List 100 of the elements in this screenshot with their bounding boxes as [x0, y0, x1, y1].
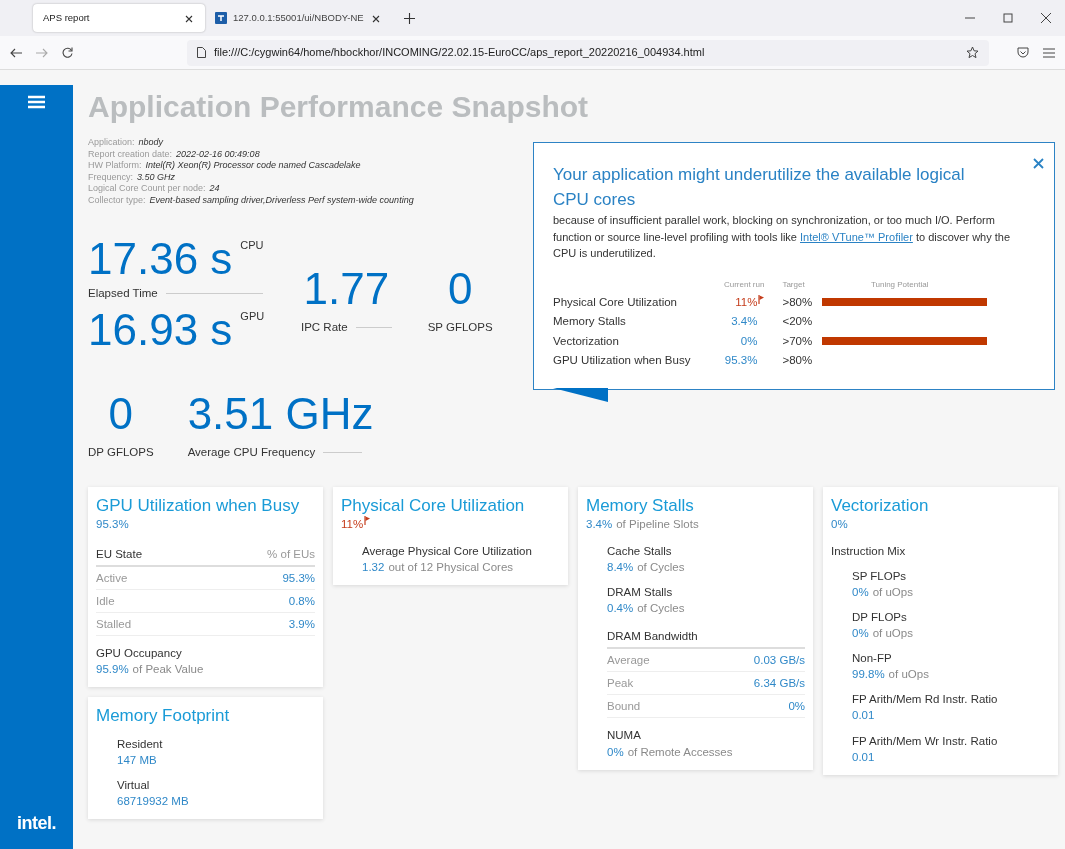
- close-icon: [371, 14, 380, 23]
- address-bar[interactable]: file:///C:/cygwin64/home/hbockhor/INCOMING/22.02.15-EuroCC/aps_report_20220216_004934.html: [187, 39, 989, 66]
- metric-name: Vectorization: [553, 334, 619, 347]
- metric-label: Elapsed Time: [88, 285, 158, 301]
- table-cell: Peak: [607, 677, 634, 690]
- table-cell: 95.3%: [282, 571, 315, 584]
- metric-value: 0%: [852, 627, 869, 640]
- tab-title: APS report: [43, 10, 91, 25]
- gpu-label: GPU: [240, 308, 265, 324]
- table-cell: Bound: [607, 700, 641, 713]
- info-label: Logical Core Count per node:: [88, 183, 206, 194]
- metric-value: 0.01: [852, 750, 875, 763]
- table-cell: Stalled: [96, 618, 132, 630]
- table-cell: 0.03 GB/s: [753, 654, 805, 667]
- table-cell: 3.9%: [288, 618, 315, 630]
- close-icon: [185, 14, 193, 23]
- browser-tab[interactable]: APS report: [33, 4, 205, 32]
- target-value: >80%: [782, 354, 813, 367]
- card-title: GPU Utilization when Busy: [96, 496, 301, 517]
- unit-label: of Peak Value: [132, 663, 204, 676]
- unit-label: of uOps: [888, 668, 929, 681]
- metric-label: DP FLOPs: [852, 610, 908, 625]
- column-header: Target: [782, 279, 805, 289]
- current-value: 95.3%: [724, 353, 758, 369]
- table-cell: Active: [96, 571, 128, 584]
- metric-label: Average Physical Core Utilization: [362, 543, 533, 559]
- info-value: 24: [209, 183, 220, 194]
- metric-label: Resident: [117, 736, 164, 752]
- metric-label: Cache Stalls: [607, 543, 673, 559]
- card-value: 11%: [341, 517, 364, 533]
- info-value: 3.50 GHz: [137, 171, 176, 182]
- metric-value: 0%: [852, 585, 869, 598]
- table-cell: Idle: [96, 594, 115, 607]
- metric-label: DRAM Stalls: [607, 584, 674, 600]
- current-value: 11%: [735, 294, 758, 310]
- card-value: 3.4%: [586, 517, 613, 533]
- card-title: Vectorization: [831, 496, 930, 517]
- metric-label: IPC Rate: [301, 319, 348, 335]
- flag-icon: [758, 294, 765, 304]
- browser-tab[interactable]: 127.0.0.1:55001/ui/NBODY-NE: [205, 4, 392, 32]
- card-title: Memory Footprint: [96, 706, 231, 727]
- cpu-label: CPU: [240, 237, 264, 253]
- metric-value: 0.4%: [607, 602, 634, 614]
- info-value: Event-based sampling driver,Driverless Perf system-wide counting: [149, 194, 414, 205]
- tab-title: 127.0.0.1:55001/ui/NBODY-NE: [233, 10, 364, 25]
- metric-label: FP Arith/Mem Rd Instr. Ratio: [852, 692, 999, 708]
- metric-value: 0%: [607, 745, 624, 758]
- menu-icon[interactable]: [1043, 47, 1055, 58]
- unit-label: of Remote Accesses: [627, 745, 733, 758]
- table-cell: 0%: [788, 700, 805, 713]
- card-value: 95.3%: [96, 517, 129, 533]
- info-value: 2022-02-16 00:49:08: [176, 148, 260, 159]
- star-icon[interactable]: [966, 46, 979, 59]
- reload-icon[interactable]: [62, 47, 73, 58]
- info-label: Frequency:: [88, 171, 134, 182]
- back-arrow-icon[interactable]: [10, 47, 22, 58]
- metric-value: 8.4%: [607, 560, 634, 573]
- metric-value: 95.9%: [96, 663, 129, 676]
- table-cell: Average: [607, 654, 650, 667]
- info-label: Collector type:: [88, 194, 146, 205]
- card-title: Physical Core Utilization: [341, 496, 526, 517]
- logo: intel.: [17, 812, 56, 835]
- metric-value: 68719932 MB: [117, 794, 189, 807]
- column-header: Current run: [723, 279, 765, 289]
- vtune-profiler-link[interactable]: Intel® VTune™ Profiler: [800, 230, 913, 243]
- table-header: DRAM Bandwidth: [607, 630, 698, 643]
- plus-icon: [403, 13, 415, 25]
- popover-description: because of insufficient parallel work, blocking on synchronization, or too much I/O. Perform function or source line-level profiling with tools like Intel® VTune™ Profiler to discover why the CPU is underutilized.: [553, 213, 1012, 262]
- elapsed-time-cpu-value: 17.36 s: [88, 236, 233, 281]
- target-value: <20%: [782, 315, 813, 328]
- unit-label: of uOps: [872, 585, 913, 598]
- maximize-icon[interactable]: [1003, 13, 1013, 23]
- metric-value: 1.32: [362, 560, 385, 573]
- table-header: EU State: [96, 547, 143, 560]
- metric-name: Physical Core Utilization: [553, 295, 677, 308]
- ipc-rate-value: 1.77: [303, 266, 390, 311]
- unit-label: of Cycles: [637, 560, 685, 573]
- flag-icon: [364, 516, 371, 526]
- metric-label: SP GFLOPS: [427, 319, 493, 335]
- section-heading: Instruction Mix: [831, 544, 906, 557]
- pocket-icon[interactable]: [1017, 47, 1029, 58]
- metric-label: DP GFLOPS: [88, 444, 154, 460]
- card-value: 0%: [831, 517, 848, 533]
- popover-tail: [553, 388, 608, 402]
- elapsed-time-gpu-value: 16.93 s: [88, 307, 233, 352]
- sp-gflops-value: 0: [447, 266, 473, 311]
- info-label: HW Platform:: [88, 160, 142, 171]
- metric-label: Non-FP: [852, 651, 893, 667]
- metric-value: 99.8%: [852, 668, 885, 681]
- metric-label: Average CPU Frequency: [187, 444, 316, 460]
- close-icon[interactable]: [1041, 13, 1051, 23]
- table-cell: 6.34 GB/s: [753, 677, 805, 690]
- info-value: nbody: [138, 137, 164, 147]
- page-icon: [197, 47, 206, 58]
- cpu-frequency-value: 3.51 GHz: [187, 391, 374, 436]
- current-value: 0%: [740, 333, 758, 349]
- target-value: >80%: [782, 295, 813, 308]
- unit-label: of uOps: [872, 627, 913, 640]
- popover-title: Your application might underutilize the available logical CPU cores: [553, 164, 966, 211]
- table-cell: 0.8%: [288, 594, 315, 607]
